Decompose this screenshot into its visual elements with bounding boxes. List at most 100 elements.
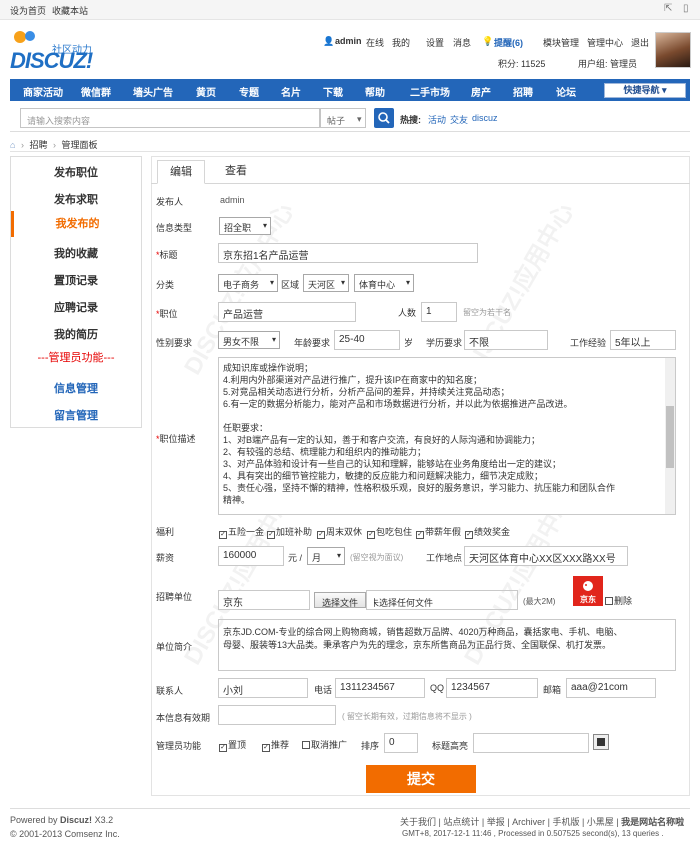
user-group[interactable]: 用户组: 管理员 [578,57,637,70]
title-field[interactable]: 京东招1名产品运营 [218,243,478,263]
welfare-checkbox[interactable]: ✓ 包吃包住 [367,525,412,539]
nav-item[interactable]: 论坛 [553,84,579,99]
welfare-checkbox[interactable]: ✓ 带薪年假 [416,525,461,539]
salary-period-select[interactable]: 月 [307,547,345,565]
footer-link[interactable]: 站点统计 [443,817,479,827]
search-input[interactable]: 请输入搜索内容 [20,108,320,128]
logout-link[interactable]: 退出 [631,36,649,49]
age-field[interactable]: 25-40 [334,330,400,350]
quick-nav-button[interactable]: 快捷导航 ▾ [604,83,686,98]
hot-search-link[interactable]: 活动 [428,113,446,126]
welfare-checkbox[interactable]: ✓ 绩效奖金 [465,525,510,539]
company-label: 招聘单位 [156,592,193,602]
hot-search-link[interactable]: 交友 [450,113,468,126]
sidebar-item-post-resume[interactable]: 发布求职 [11,191,141,207]
headcount-field[interactable]: 1 [421,302,457,322]
hot-search-link[interactable]: discuz [472,113,498,123]
scrollbar[interactable] [665,358,675,514]
education-field[interactable]: 不限 [464,330,548,350]
area-select[interactable]: 天河区 [303,274,349,292]
reminders-link[interactable]: 提醒(6) [494,36,523,49]
mobile-icon[interactable]: ▯ [683,3,689,14]
sidebar-item-favorites[interactable]: 我的收藏 [11,245,141,261]
my-menu[interactable]: 我的 [392,36,410,49]
messages-link[interactable]: 消息 [453,36,471,49]
submit-button[interactable]: 提交 [366,765,476,793]
sidebar-item-my-posts[interactable]: 我发布的 [11,211,141,237]
experience-field[interactable]: 5年以上 [610,330,676,350]
location-field[interactable]: 天河区体育中心XX区XXX路XX号 [464,546,628,566]
breadcrumb-item[interactable]: 招聘 [29,140,47,150]
type-select[interactable]: 招全职 [219,217,271,235]
color-picker-button[interactable] [593,734,609,750]
nav-item[interactable]: 二手市场 [404,84,456,99]
points[interactable]: 积分: 11525 [498,57,545,70]
footer-link[interactable]: 我是网站名称啦 [621,817,684,827]
tab-view[interactable]: 查看 [212,160,260,184]
delete-checkbox[interactable]: 删除 [605,594,632,607]
avatar[interactable] [655,32,691,68]
search-type-select[interactable]: 帖子 ▾ [320,108,366,128]
sidebar-item-my-resume[interactable]: 我的简历 [11,326,141,342]
sticky-checkbox[interactable]: ✓ 置顶 [219,738,246,752]
bookmark-link[interactable]: 收藏本站 [52,4,88,17]
nav-item[interactable]: 商家活动 [20,84,66,99]
product-name[interactable]: Discuz! [60,815,92,825]
choose-file-button[interactable]: 选择文件 [314,592,366,608]
expire-field[interactable] [218,705,336,725]
subarea-select[interactable]: 体育中心 [354,274,414,292]
footer-link[interactable]: 举报 [487,817,505,827]
sidebar-item-applications[interactable]: 应聘记录 [11,299,141,315]
category-select[interactable]: 电子商务 [218,274,278,292]
module-admin-link[interactable]: 模块管理 [543,36,579,49]
nav-item[interactable]: 下载 [320,84,346,99]
online-status[interactable]: 在线 [366,36,384,49]
tab-edit[interactable]: 编辑 [157,160,205,184]
footer-link[interactable]: 关于我们 [400,817,436,827]
order-field[interactable]: 0 [384,733,418,753]
contact-field[interactable]: 小刘 [218,678,308,698]
sidebar-item-comment-manage[interactable]: 留言管理 [11,407,141,423]
search-button[interactable] [374,108,394,128]
welfare-checkbox[interactable]: ✓ 加班补助 [267,525,312,539]
nav-item[interactable]: 微信群 [78,84,114,99]
nav-item[interactable]: 房产 [468,84,494,99]
sidebar-item-post-job[interactable]: 发布职位 [11,164,141,180]
scrollbar-thumb[interactable] [666,406,674,468]
admin-center-link[interactable]: 管理中心 [587,36,623,49]
email-field[interactable]: aaa@21com [566,678,656,698]
site-logo[interactable]: 社区动力 DISCUZ! [10,27,102,73]
footer-link[interactable]: 手机版 [552,817,579,827]
footer-link[interactable]: 小黑屋 [587,817,614,827]
phone-label: 电话 [314,685,333,695]
company-field[interactable]: 京东 [218,590,310,610]
nav-item[interactable]: 招聘 [510,84,536,99]
cancel-promo-checkbox[interactable]: 取消推广 [302,738,347,751]
settings-link[interactable]: 设置 [426,36,444,49]
phone-field[interactable]: 1311234567 [335,678,425,698]
highlight-field[interactable] [473,733,589,753]
home-icon[interactable]: ⌂ [10,140,15,150]
breadcrumb-item[interactable]: 管理面板 [62,140,98,150]
expand-icon[interactable]: ⇱ [664,3,672,14]
qq-field[interactable]: 1234567 [446,678,538,698]
position-field[interactable]: 产品运营 [218,302,356,322]
nav-item[interactable]: 黄页 [193,84,219,99]
welfare-checkbox[interactable]: ✓ 五险一金 [219,525,264,539]
welfare-option: 带薪年假 [425,527,462,537]
footer-link[interactable]: Archiver [512,817,545,827]
recommend-checkbox[interactable]: ✓ 推荐 [262,738,289,752]
set-home-link[interactable]: 设为首页 [10,4,46,17]
username[interactable]: admin [335,36,362,46]
salary-field[interactable]: 160000 [218,546,284,566]
nav-item[interactable]: 专题 [236,84,262,99]
nav-item[interactable]: 墙头广告 [128,84,178,99]
gender-select[interactable]: 男女不限 [218,331,280,349]
intro-textarea[interactable]: 京东JD.COM-专业的综合网上购物商城，销售超数万品牌、4020万种商品，囊括… [218,619,676,671]
description-textarea[interactable]: 成知识库或操作说明； 4.利用内外部渠道对产品进行推广，提升该IP在商家中的知名… [218,357,676,515]
sidebar-item-info-manage[interactable]: 信息管理 [11,380,141,396]
welfare-checkbox[interactable]: ✓ 周末双休 [317,525,362,539]
nav-item[interactable]: 帮助 [362,84,388,99]
sidebar-item-sticky-records[interactable]: 置顶记录 [11,272,141,288]
nav-item[interactable]: 名片 [278,84,304,99]
